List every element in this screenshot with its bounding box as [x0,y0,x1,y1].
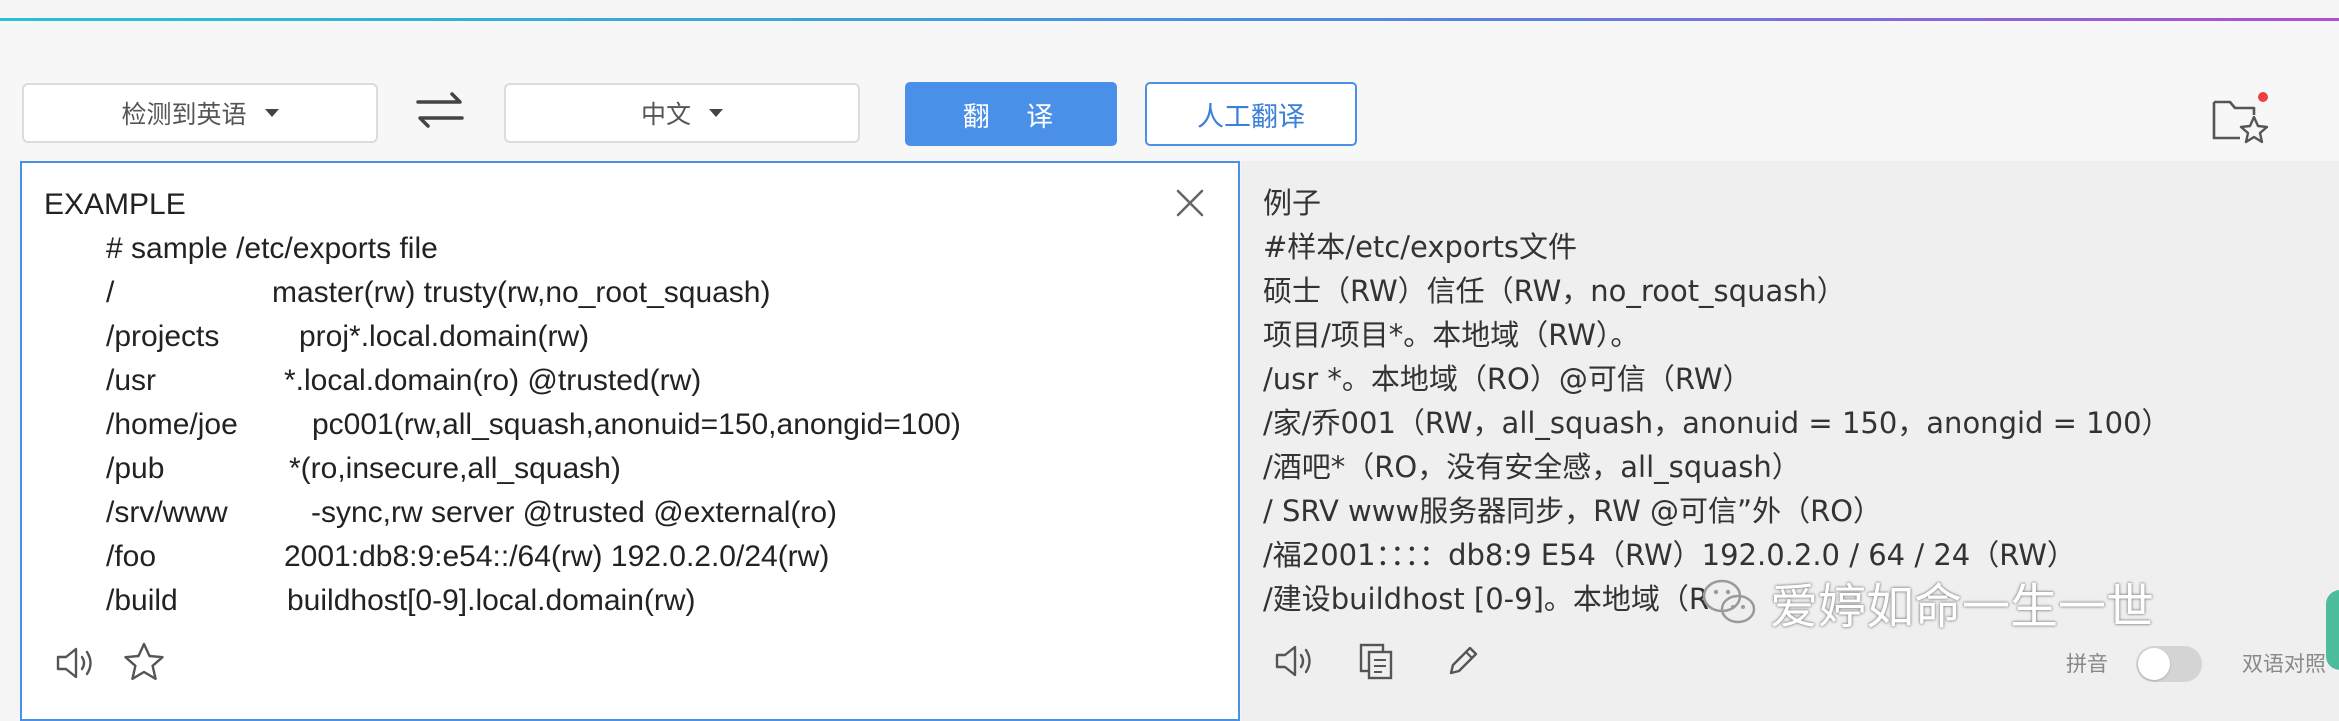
source-line: /build buildhost[0-9].local.domain(rw) [44,579,961,623]
source-line: # sample /etc/exports file [44,227,961,271]
human-translate-button[interactable]: 人工翻译 [1145,82,1357,146]
chevron-down-icon [709,109,723,117]
swap-arrows-icon[interactable] [410,86,470,136]
source-line-path: /srv/www [106,496,228,529]
wechat-icon [1702,579,1756,624]
source-line: /foo 2001:db8:9:e54::/64(rw) 192.0.2.0/24… [44,535,961,579]
source-line-path: EXAMPLE [44,188,186,221]
translation-line: #样本/etc/exports文件 [1263,230,1578,264]
source-line: /pub *(ro,insecure,all_squash) [44,447,961,491]
bilingual-label[interactable]: 双语对照 [2242,648,2326,678]
translation-line: /家/乔001（RW，all_squash，anonuid = 150，anon… [1263,406,2171,440]
source-line-path: / [106,276,115,309]
speaker-icon[interactable] [1273,641,1319,681]
source-line: /usr *.local.domain(ro) @trusted(rw) [44,359,961,403]
source-line-options: master(rw) trusty(rw,no_root_squash) [272,276,771,309]
translation-line: /酒吧*（RO，没有安全感，all_squash） [1263,450,1801,484]
translation-line: /usr *。本地域（RO）@可信（RW） [1263,362,1752,396]
source-line-path: /pub [106,452,165,485]
translation-line: 例子 [1263,186,1322,220]
notification-dot [2258,92,2268,102]
translation-text: 例子 #样本/etc/exports文件硕士（RW）信任（RW，no_root_s… [1263,181,2171,621]
watermark: 爱婷如命一生一世 [1700,566,2154,638]
source-line-options: *(ro,insecure,all_squash) [289,452,621,485]
translation-line: 硕士（RW）信任（RW，no_root_squash） [1263,274,1846,308]
copy-icon[interactable] [1357,641,1397,681]
target-language-label: 中文 [640,100,691,129]
source-line-path: # sample /etc/exports file [106,232,438,265]
source-language-select[interactable]: 检测到英语 [22,83,378,143]
source-line-options: *.local.domain(ro) @trusted(rw) [284,364,702,397]
source-line: / master(rw) trusty(rw,no_root_squash) [44,271,961,315]
close-icon[interactable] [1172,185,1208,221]
source-line-options: -sync,rw server @trusted @external(ro) [311,496,838,529]
source-text-panel[interactable]: EXAMPLE # sample /etc/exports file / master… [20,161,1240,721]
source-line: /projects proj*.local.domain(rw) [44,315,961,359]
pinyin-label: 拼音 [2066,652,2108,676]
target-language-select[interactable]: 中文 [504,83,860,143]
toggle-knob [2138,648,2170,680]
chevron-down-icon [264,109,279,117]
source-line: EXAMPLE [44,183,961,227]
watermark-text: 爱婷如命一生一世 [1770,579,2155,635]
source-line-path: /foo [106,540,157,573]
source-line-options: buildhost[0-9].local.domain(rw) [287,584,696,617]
source-line-options: proj*.local.domain(rw) [299,320,590,353]
source-line-options: pc001(rw,all_squash,anonuid=150,anongid=… [312,408,961,441]
side-widget[interactable] [2326,590,2339,670]
source-line: /home/joe pc001(rw,all_squash,anonuid=150… [44,403,961,447]
source-line-path: /home/joe [106,408,238,441]
translate-button[interactable]: 翻 译 [905,82,1117,146]
source-line-options: 2001:db8:9:e54::/64(rw) 192.0.2.0/24(rw) [284,540,830,573]
translation-line: / SRV www服务器同步，RW @可信”外（RO） [1263,494,1883,528]
source-line: /srv/www -sync,rw server @trusted @extern… [44,491,961,535]
source-line-path: /build [106,584,178,617]
pinyin-toggle[interactable] [2136,646,2202,682]
source-language-label: 检测到英语 [121,100,247,129]
speaker-icon[interactable] [54,643,100,683]
translation-line: 项目/项目*。本地域（RW）。 [1263,318,1640,352]
source-line-path: /usr [106,364,157,397]
source-text[interactable]: EXAMPLE # sample /etc/exports file / master… [44,183,961,623]
source-line-path: /projects [106,320,220,353]
pencil-icon[interactable] [1443,641,1483,681]
star-icon[interactable] [122,641,166,683]
